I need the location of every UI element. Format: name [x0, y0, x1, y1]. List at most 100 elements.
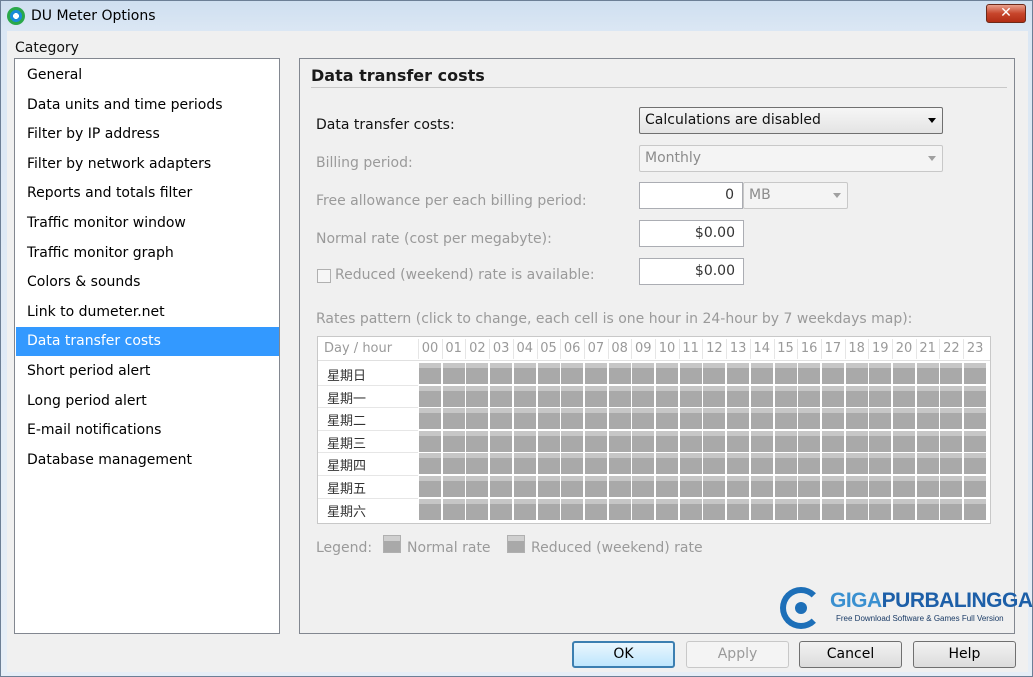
rate-cell[interactable]	[703, 476, 726, 497]
rate-cell[interactable]	[703, 385, 726, 407]
rate-cell[interactable]	[656, 363, 678, 384]
rate-cell[interactable]	[561, 476, 584, 497]
rate-cell[interactable]	[537, 498, 560, 520]
rate-cell[interactable]	[964, 498, 987, 520]
rate-cell[interactable]	[703, 430, 726, 452]
rate-cell[interactable]	[821, 430, 844, 452]
rate-cell[interactable]	[584, 476, 607, 497]
allowance-unit-dropdown[interactable]: MB	[743, 182, 848, 209]
rate-cell[interactable]	[608, 430, 631, 452]
rate-cell[interactable]	[442, 363, 465, 384]
rate-cell[interactable]	[774, 385, 797, 407]
category-list[interactable]: General Data units and time periods Filter…	[14, 58, 280, 634]
rate-cell[interactable]	[703, 498, 726, 520]
rate-cell[interactable]	[798, 430, 821, 452]
rate-cell[interactable]	[632, 363, 655, 384]
rate-cell[interactable]	[632, 476, 655, 497]
rate-cell[interactable]	[679, 408, 702, 430]
rate-cell[interactable]	[940, 476, 963, 497]
rate-cell[interactable]	[845, 385, 868, 407]
rate-cell[interactable]	[632, 430, 655, 452]
apply-button[interactable]: Apply	[686, 641, 789, 668]
rate-cell[interactable]	[419, 498, 441, 520]
ok-button[interactable]: OK	[572, 641, 675, 668]
rate-cell[interactable]	[845, 476, 868, 497]
rate-cell[interactable]	[679, 453, 702, 475]
rate-cell[interactable]	[821, 385, 844, 407]
rate-cell[interactable]	[798, 408, 821, 430]
rate-cell[interactable]	[466, 498, 489, 520]
rate-cell[interactable]	[679, 498, 702, 520]
rate-cell[interactable]	[584, 385, 607, 407]
rate-cell[interactable]	[869, 430, 892, 452]
rate-cell[interactable]	[964, 385, 987, 407]
rate-cell[interactable]	[798, 498, 821, 520]
rate-cell[interactable]	[845, 430, 868, 452]
rate-cell[interactable]	[940, 430, 963, 452]
rate-cell[interactable]	[632, 408, 655, 430]
rate-cell[interactable]	[561, 453, 584, 475]
rate-cell[interactable]	[513, 453, 536, 475]
rate-cell[interactable]	[750, 453, 773, 475]
rate-cell[interactable]	[442, 498, 465, 520]
rate-cell[interactable]	[513, 408, 536, 430]
sidebar-item[interactable]: Filter by network adapters	[16, 150, 279, 179]
rate-cell[interactable]	[537, 363, 560, 384]
rate-cell[interactable]	[727, 408, 750, 430]
rate-cell[interactable]	[893, 430, 915, 452]
rate-cell[interactable]	[750, 385, 773, 407]
rate-cell[interactable]	[656, 385, 678, 407]
rate-cell[interactable]	[419, 453, 441, 475]
rate-cell[interactable]	[750, 430, 773, 452]
rate-cell[interactable]	[632, 385, 655, 407]
rate-cell[interactable]	[608, 453, 631, 475]
rate-cell[interactable]	[513, 363, 536, 384]
rate-cell[interactable]	[727, 430, 750, 452]
rate-cell[interactable]	[774, 363, 797, 384]
rate-cell[interactable]	[442, 408, 465, 430]
rate-cell[interactable]	[869, 385, 892, 407]
rate-cell[interactable]	[727, 453, 750, 475]
rate-cell[interactable]	[916, 408, 939, 430]
rate-cell[interactable]	[916, 498, 939, 520]
sidebar-item[interactable]: General	[16, 61, 279, 90]
rate-cell[interactable]	[490, 408, 513, 430]
rate-cell[interactable]	[490, 363, 513, 384]
rate-cell[interactable]	[940, 363, 963, 384]
rate-cell[interactable]	[419, 363, 441, 384]
sidebar-item[interactable]: Link to dumeter.net	[16, 298, 279, 327]
rate-cell[interactable]	[893, 408, 915, 430]
rate-cell[interactable]	[916, 363, 939, 384]
rate-cell[interactable]	[703, 363, 726, 384]
rate-cell[interactable]	[964, 453, 987, 475]
rate-cell[interactable]	[442, 430, 465, 452]
rate-cell[interactable]	[466, 408, 489, 430]
rate-cell[interactable]	[490, 430, 513, 452]
rate-cell[interactable]	[893, 363, 915, 384]
rate-cell[interactable]	[964, 430, 987, 452]
rate-cell[interactable]	[774, 453, 797, 475]
rate-cell[interactable]	[608, 363, 631, 384]
sidebar-item[interactable]: Data transfer costs	[16, 327, 279, 357]
sidebar-item[interactable]: Traffic monitor graph	[16, 239, 279, 268]
rate-cell[interactable]	[940, 498, 963, 520]
rate-cell[interactable]	[821, 408, 844, 430]
rate-cell[interactable]	[442, 385, 465, 407]
rate-cell[interactable]	[798, 363, 821, 384]
rate-cell[interactable]	[774, 408, 797, 430]
rate-cell[interactable]	[916, 385, 939, 407]
rate-cell[interactable]	[964, 476, 987, 497]
rate-cell[interactable]	[513, 498, 536, 520]
rate-cell[interactable]	[750, 476, 773, 497]
rate-cell[interactable]	[466, 476, 489, 497]
rate-cell[interactable]	[916, 476, 939, 497]
rate-cell[interactable]	[584, 363, 607, 384]
rate-cell[interactable]	[727, 498, 750, 520]
rate-cell[interactable]	[845, 408, 868, 430]
rate-cell[interactable]	[513, 476, 536, 497]
rate-cell[interactable]	[679, 430, 702, 452]
rate-cell[interactable]	[584, 498, 607, 520]
rate-cell[interactable]	[442, 453, 465, 475]
rate-cell[interactable]	[679, 385, 702, 407]
rate-cell[interactable]	[821, 453, 844, 475]
